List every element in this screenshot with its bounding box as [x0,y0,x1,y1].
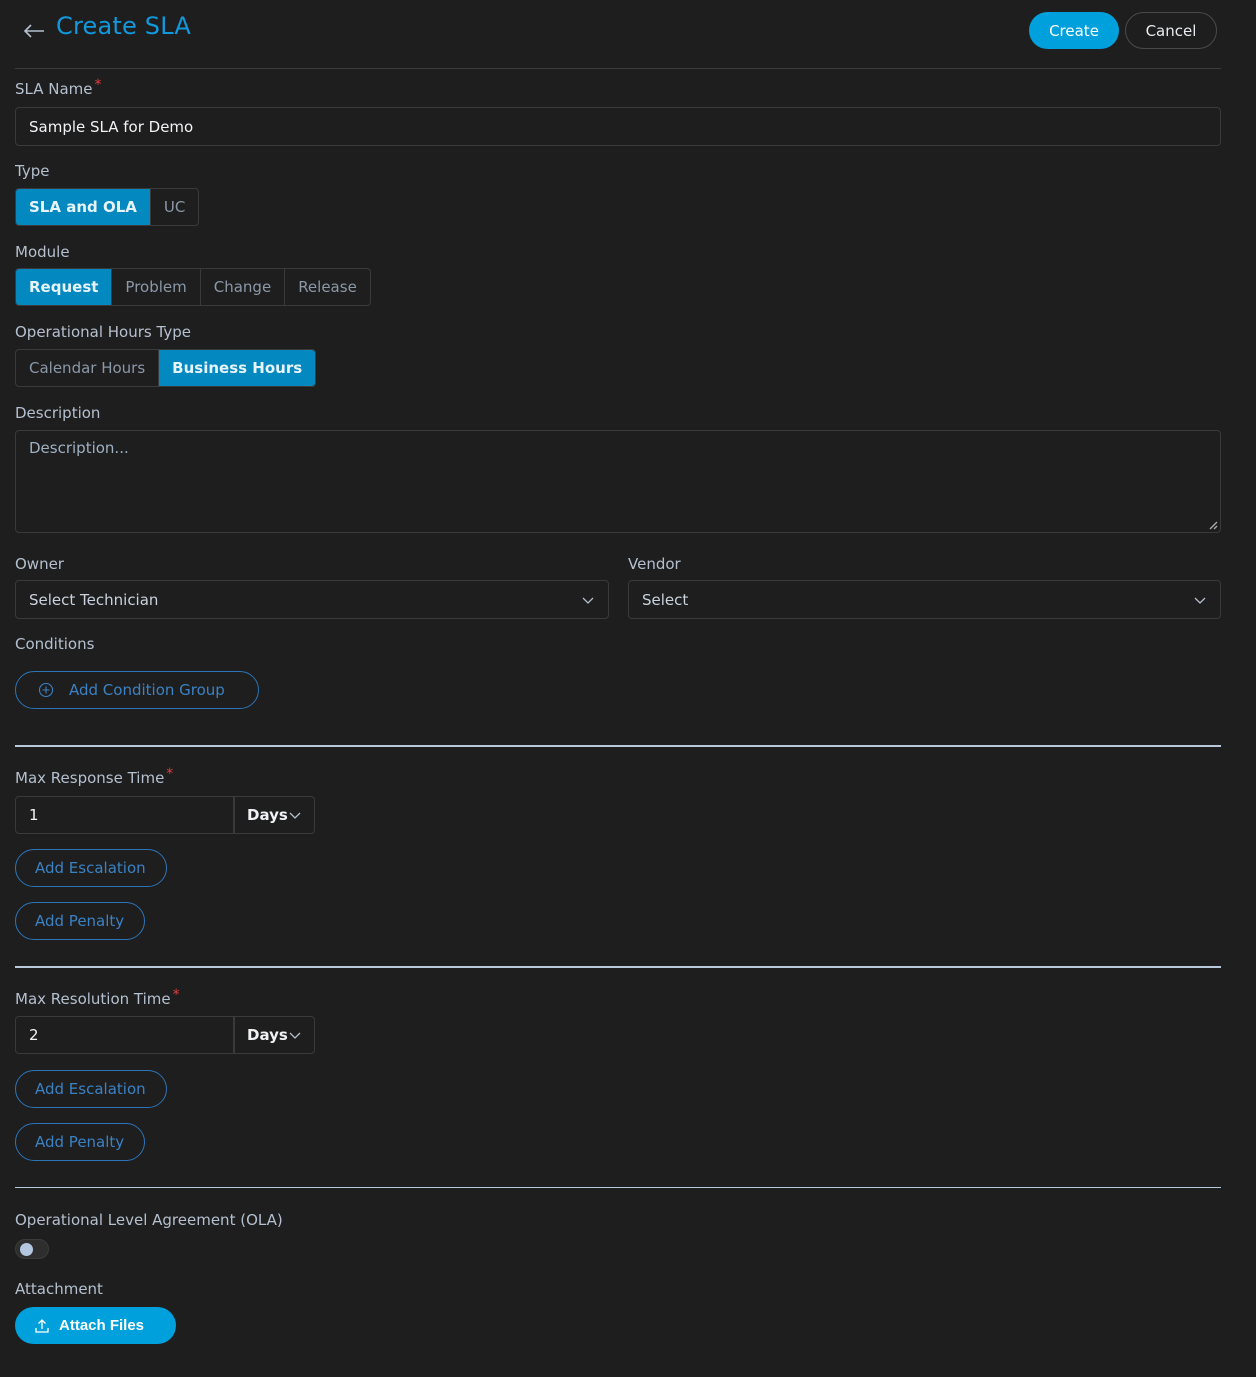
chevron-down-icon [582,597,594,604]
hours-option-business[interactable]: Business Hours [158,350,316,386]
attach-files-label: Attach Files [59,1317,145,1334]
arrow-left-icon [23,24,44,38]
page-title: Create SLA [56,12,191,40]
owner-select-value: Select Technician [29,590,159,609]
description-placeholder: Description... [29,439,129,457]
header-divider [15,68,1221,69]
section-divider [15,745,1221,747]
chevron-down-icon [289,812,301,819]
max-resolution-time-label: Max Resolution Time * [15,987,180,1008]
upload-icon [35,1318,49,1333]
type-option-uc[interactable]: UC [149,189,198,225]
unit-value: Days [247,806,288,824]
sla-name-label: SLA Name * [15,77,102,98]
add-condition-group-button[interactable]: Add Condition Group [15,671,259,709]
unit-value: Days [247,1026,288,1044]
ola-toggle[interactable] [15,1239,49,1259]
create-button[interactable]: Create [1029,12,1119,49]
plus-circle-icon [38,682,54,698]
operational-hours-segmented-control: Calendar Hours Business Hours [15,349,317,387]
add-penalty-button[interactable]: Add Penalty [15,1123,145,1161]
max-response-time-label: Max Response Time * [15,766,174,787]
required-marker: * [172,987,180,1003]
add-penalty-button[interactable]: Add Penalty [15,902,145,940]
conditions-label: Conditions [15,635,95,653]
max-response-time-input[interactable]: 1 [15,796,234,834]
operational-hours-type-label: Operational Hours Type [15,323,191,341]
section-divider [15,966,1221,968]
add-escalation-button[interactable]: Add Escalation [15,1070,167,1108]
attachment-label: Attachment [15,1280,103,1298]
owner-label: Owner [15,555,64,573]
vendor-select-value: Select [642,590,689,609]
type-label: Type [15,162,50,180]
chevron-down-icon [1194,597,1206,604]
required-marker: * [94,77,102,93]
vendor-select[interactable]: Select [628,580,1221,619]
required-marker: * [166,766,174,782]
back-button[interactable] [22,16,50,46]
type-option-sla-and-ola[interactable]: SLA and OLA [16,189,150,225]
add-condition-group-label: Add Condition Group [69,681,225,699]
add-escalation-button[interactable]: Add Escalation [15,849,167,887]
cancel-button[interactable]: Cancel [1125,12,1217,49]
module-option-change[interactable]: Change [199,269,284,305]
attach-files-button[interactable]: Attach Files [15,1307,176,1344]
module-label: Module [15,243,70,261]
owner-select[interactable]: Select Technician [15,580,609,619]
section-divider [15,1187,1221,1188]
max-resolution-time-unit-select[interactable]: Days [234,1016,315,1054]
hours-option-calendar[interactable]: Calendar Hours [16,350,158,386]
page-header: Create SLA Create Cancel [0,0,1256,68]
type-segmented-control: SLA and OLA UC [15,188,200,226]
resize-grip-icon[interactable] [1208,520,1218,530]
toggle-knob [20,1243,33,1256]
vendor-label: Vendor [628,555,681,573]
description-label: Description [15,404,101,422]
description-textarea[interactable]: Description... [15,430,1221,533]
module-option-request[interactable]: Request [16,269,112,305]
max-response-time-unit-select[interactable]: Days [234,796,315,834]
module-option-problem[interactable]: Problem [111,269,199,305]
module-option-release[interactable]: Release [284,269,370,305]
chevron-down-icon [289,1032,301,1039]
max-resolution-time-input[interactable]: 2 [15,1016,234,1054]
ola-label: Operational Level Agreement (OLA) [15,1211,283,1229]
module-segmented-control: Request Problem Change Release [15,268,371,306]
sla-name-input[interactable]: Sample SLA for Demo [15,107,1221,146]
